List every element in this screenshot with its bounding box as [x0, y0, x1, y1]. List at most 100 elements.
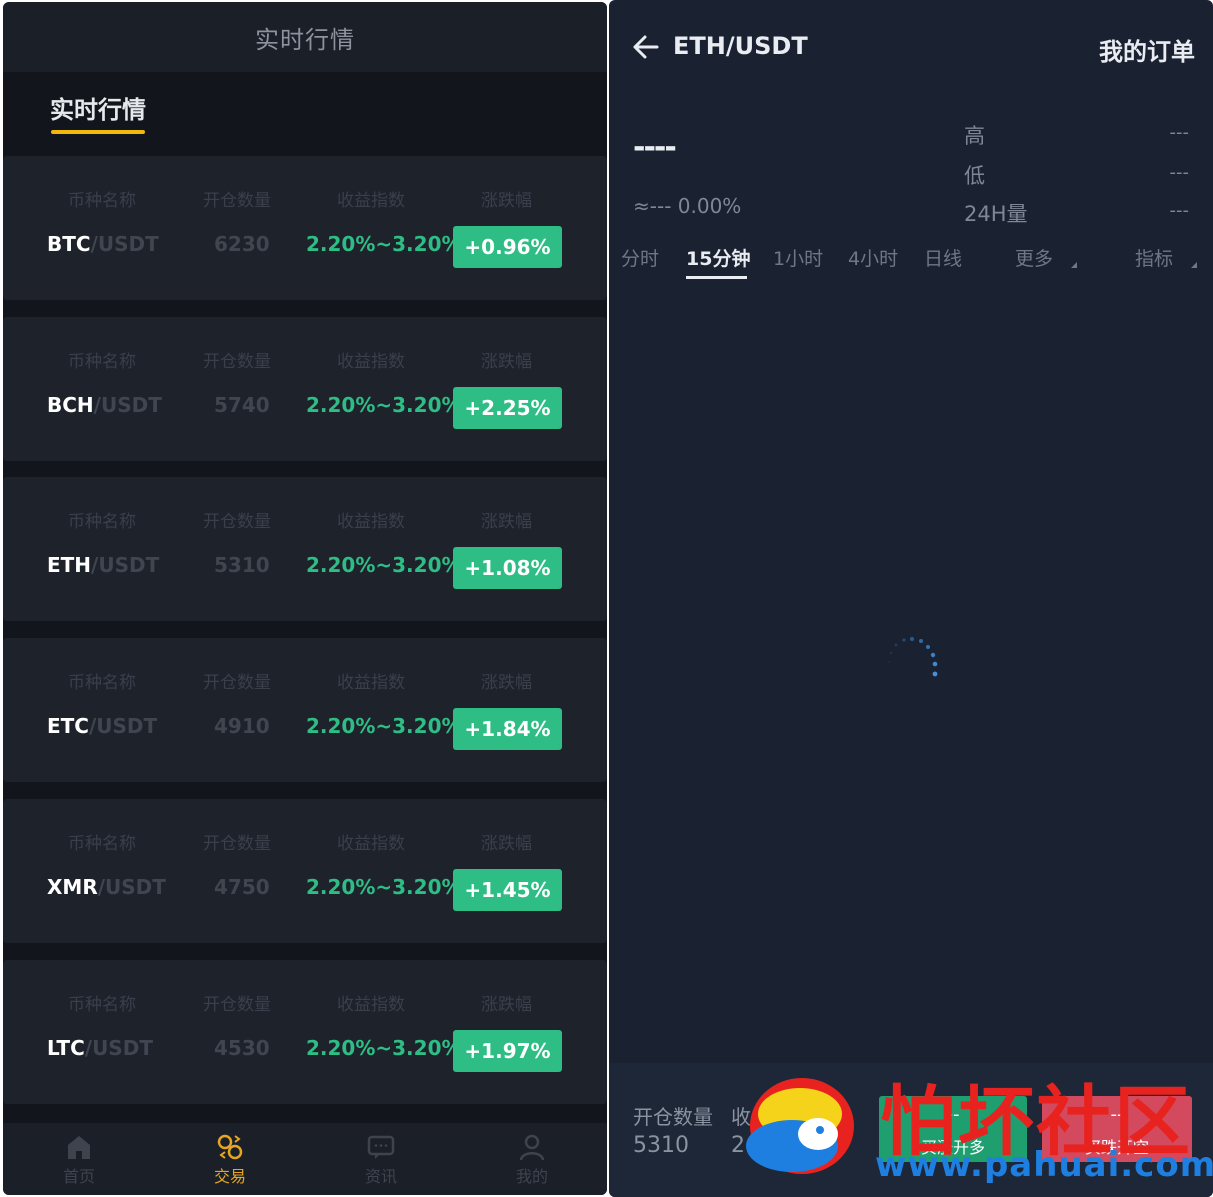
market-header-title: 实时行情: [255, 25, 355, 54]
stat-low-label: 低: [964, 164, 985, 188]
open-quantity: 5310: [214, 553, 270, 577]
period-tabs: 分时 15分钟 1小时 4小时 日线 更多 指标: [609, 240, 1213, 280]
nav-label: 首页: [62, 1167, 95, 1186]
pair-symbol: XMR/USDT: [47, 875, 166, 899]
period-tab-more[interactable]: 更多: [1015, 244, 1053, 271]
column-header: 币种名称: [68, 834, 136, 854]
quote-currency: /USDT: [97, 875, 166, 899]
period-tab-1h[interactable]: 1小时: [773, 244, 823, 271]
pair-symbol: BCH/USDT: [47, 393, 162, 417]
open-quantity: 4750: [214, 875, 270, 899]
column-header: 开仓数量: [203, 512, 271, 532]
open-qty-label: 开仓数量: [633, 1105, 713, 1129]
home-icon: [68, 1136, 90, 1159]
nav-trade[interactable]: 交易: [190, 1133, 270, 1187]
nav-label: 我的: [515, 1167, 548, 1186]
quote-currency: /USDT: [88, 714, 158, 738]
column-header: 收益指数: [337, 995, 405, 1015]
column-header: 涨跌幅: [481, 673, 532, 693]
yield-index: 2.20%~3.20%: [306, 553, 462, 577]
tab-underline: [51, 130, 145, 134]
indicator-tab[interactable]: 指标: [1135, 244, 1173, 271]
open-qty-value: 5310: [633, 1133, 689, 1158]
watermark-logo-icon: [746, 1078, 854, 1174]
yield-index: 2.20%~3.20%: [306, 875, 462, 899]
open-quantity: 6230: [214, 232, 270, 256]
period-tab-4h[interactable]: 4小时: [848, 244, 898, 271]
pair-symbol: ETC/USDT: [47, 714, 157, 738]
nav-home[interactable]: 首页: [39, 1133, 119, 1187]
column-header: 收益指数: [337, 673, 405, 693]
market-panel: 实时行情 实时行情 币种名称 开仓数量 收益指数 涨跌幅 BTC/USDT 6230 2.2…: [3, 2, 607, 1195]
nav-news[interactable]: 资讯: [341, 1133, 421, 1187]
market-card[interactable]: 币种名称 开仓数量 收益指数 涨跌幅 ETC/USDT 4910 2.20%~3.20% +1…: [3, 638, 607, 782]
stat-low-value: ---: [1169, 162, 1190, 183]
column-header: 开仓数量: [203, 834, 271, 854]
trade-icon: [217, 1134, 243, 1160]
news-icon: [367, 1135, 395, 1159]
period-tab-daily[interactable]: 日线: [924, 244, 962, 271]
watermark-url: www.pahuai.com: [875, 1145, 1213, 1185]
quote-currency: /USDT: [93, 393, 162, 417]
stat-high-label: 高: [964, 124, 985, 148]
pair-symbol: BTC/USDT: [47, 232, 159, 256]
price-change: ≈--- 0.00%: [633, 194, 742, 218]
column-header: 币种名称: [68, 352, 136, 372]
nav-label: 资讯: [364, 1167, 397, 1186]
market-card[interactable]: 币种名称 开仓数量 收益指数 涨跌幅 XMR/USDT 4750 2.20%~3.20% +1…: [3, 799, 607, 943]
loading-spinner-icon: [888, 637, 938, 677]
yield-index: 2.20%~3.20%: [306, 393, 462, 417]
nav-label: 交易: [213, 1167, 246, 1186]
period-tab-timeshare[interactable]: 分时: [621, 244, 659, 271]
yield-index: 2.20%~3.20%: [306, 232, 462, 256]
period-tab-underline: [686, 276, 747, 279]
change-badge: +0.96%: [453, 226, 562, 268]
yield-index: 2.20%~3.20%: [306, 1036, 462, 1060]
stat-volume-label: 24H量: [964, 202, 1028, 226]
market-card[interactable]: 币种名称 开仓数量 收益指数 涨跌幅 BTC/USDT 6230 2.20%~3.20% +0…: [3, 156, 607, 300]
user-icon: [519, 1134, 545, 1161]
current-price: ----: [633, 130, 677, 165]
change-badge: +1.08%: [453, 547, 562, 589]
column-header: 币种名称: [68, 995, 136, 1015]
market-card[interactable]: 币种名称 开仓数量 收益指数 涨跌幅 BCH/USDT 5740 2.20%~3.20% +2…: [3, 317, 607, 461]
back-arrow-icon[interactable]: [631, 33, 659, 61]
column-header: 开仓数量: [203, 191, 271, 211]
column-header: 涨跌幅: [481, 352, 532, 372]
quote-currency: /USDT: [91, 553, 160, 577]
base-currency: XMR: [47, 875, 98, 899]
pair-detail-panel: ETH/USDT 我的订单 ---- ≈--- 0.00% 高 --- 低 --…: [609, 0, 1213, 1197]
yield-index: 2.20%~3.20%: [306, 714, 462, 738]
base-currency: ETH: [47, 553, 92, 577]
watermark: 怕坏社区 www.pahuai.com: [740, 1060, 1213, 1192]
pair-symbol: LTC/USDT: [47, 1036, 153, 1060]
base-currency: LTC: [47, 1036, 85, 1060]
detail-header: ETH/USDT 我的订单: [609, 0, 1213, 90]
column-header: 币种名称: [68, 191, 136, 211]
period-tab-15m[interactable]: 15分钟: [686, 244, 750, 271]
bottom-nav: 首页 交易 资讯 我的: [3, 1123, 607, 1195]
base-currency: BCH: [47, 393, 94, 417]
column-header: 收益指数: [337, 191, 405, 211]
column-header: 收益指数: [337, 512, 405, 532]
quote-currency: /USDT: [90, 232, 159, 256]
my-orders-link[interactable]: 我的订单: [1099, 32, 1195, 67]
tab-realtime[interactable]: 实时行情: [50, 90, 146, 125]
pair-symbol: ETH/USDT: [47, 553, 159, 577]
market-card[interactable]: 币种名称 开仓数量 收益指数 涨跌幅 ETH/USDT 5310 2.20%~3.20% +1…: [3, 477, 607, 621]
open-quantity: 5740: [214, 393, 270, 417]
market-card[interactable]: 币种名称 开仓数量 收益指数 涨跌幅 LTC/USDT 4530 2.20%~3.20% +1…: [3, 960, 607, 1104]
open-quantity: 4910: [214, 714, 270, 738]
column-header: 币种名称: [68, 512, 136, 532]
base-currency: ETC: [47, 714, 89, 738]
tab-bar: 实时行情: [3, 72, 607, 154]
change-badge: +2.25%: [453, 387, 562, 429]
nav-profile[interactable]: 我的: [492, 1133, 572, 1187]
column-header: 收益指数: [337, 834, 405, 854]
column-header: 收益指数: [337, 352, 405, 372]
pair-title: ETH/USDT: [673, 32, 808, 60]
column-header: 开仓数量: [203, 352, 271, 372]
column-header: 涨跌幅: [481, 995, 532, 1015]
column-header: 币种名称: [68, 673, 136, 693]
more-dropdown-icon: [1071, 262, 1077, 268]
